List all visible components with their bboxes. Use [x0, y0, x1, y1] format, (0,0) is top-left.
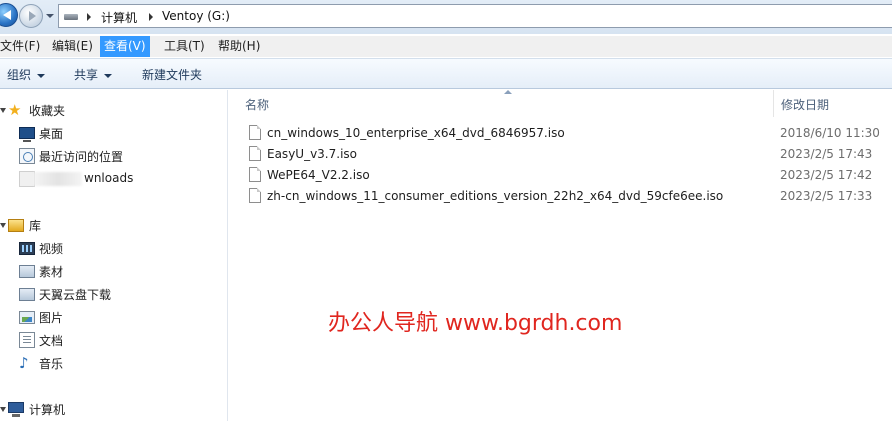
nav-computer-label: 计算机 — [29, 403, 66, 417]
forward-button[interactable] — [19, 4, 43, 28]
organize-button[interactable]: 组织 — [7, 66, 46, 83]
menu-file[interactable]: 文件(F) — [0, 36, 44, 57]
nav-favorites[interactable]: ★ 收藏夹 — [0, 100, 228, 120]
pictures-icon — [19, 311, 35, 324]
nav-libraries-label: 库 — [29, 219, 42, 233]
nav-favorites-label: 收藏夹 — [29, 104, 66, 118]
file-row[interactable]: WePE64_V2.2.iso 2023/2/5 17:42 — [229, 165, 892, 186]
computer-icon — [8, 402, 24, 417]
organize-label: 组织 — [7, 68, 32, 82]
desktop-icon — [19, 127, 35, 142]
drive-icon — [64, 14, 78, 20]
redacted-region — [34, 172, 82, 186]
file-row[interactable]: cn_windows_10_enterprise_x64_dvd_6846957… — [229, 123, 892, 144]
expand-arrow-icon[interactable] — [8, 289, 14, 299]
folder-icon — [19, 288, 35, 301]
nav-item-downloads[interactable]: wnloads — [0, 169, 228, 189]
watermark-text: 办公人导航 www.bgrdh.com — [328, 311, 623, 336]
expand-arrow-icon[interactable] — [8, 243, 14, 253]
file-row[interactable]: zh-cn_windows_11_consumer_editions_versi… — [229, 186, 892, 207]
file-list[interactable]: 名称 修改日期 cn_windows_10_enterprise_x64_dvd… — [229, 90, 892, 421]
column-header-name[interactable]: 名称 — [245, 96, 269, 113]
chevron-down-icon — [104, 73, 113, 78]
file-name: EasyU_v3.7.iso — [267, 147, 357, 161]
file-icon — [249, 146, 261, 161]
nav-item-label: 最近访问的位置 — [39, 150, 124, 164]
folder-icon — [19, 265, 35, 278]
file-name: zh-cn_windows_11_consumer_editions_versi… — [267, 189, 724, 203]
address-bar-row: 计算机 Ventoy (G:) — [0, 0, 892, 34]
expand-arrow-icon[interactable] — [8, 358, 14, 368]
file-icon — [249, 167, 261, 182]
command-bar: 组织 共享 新建文件夹 — [0, 58, 892, 89]
file-name: cn_windows_10_enterprise_x64_dvd_6846957… — [267, 126, 565, 140]
breadcrumb-separator-icon[interactable] — [87, 13, 91, 21]
nav-libraries[interactable]: 库 — [0, 215, 228, 235]
address-box[interactable]: 计算机 Ventoy (G:) — [58, 4, 892, 28]
file-icon — [249, 125, 261, 140]
nav-item-label: wnloads — [84, 171, 134, 185]
breadcrumb-computer[interactable]: 计算机 — [101, 9, 137, 26]
collapse-arrow-icon[interactable] — [0, 223, 6, 228]
nav-item-sucai[interactable]: 素材 — [0, 261, 228, 281]
recent-pages-dropdown-icon[interactable] — [46, 14, 54, 18]
downloads-icon — [19, 171, 35, 187]
library-icon — [8, 219, 24, 232]
menu-bar: 文件(F) 编辑(E) 查看(V) 工具(T) 帮助(H) — [0, 36, 892, 57]
nav-item-documents[interactable]: 文档 — [0, 330, 228, 350]
breadcrumb-ventoy-drive[interactable]: Ventoy (G:) — [162, 9, 230, 23]
star-icon: ★ — [8, 101, 22, 119]
expand-arrow-icon[interactable] — [8, 312, 14, 322]
expand-arrow-icon[interactable] — [8, 266, 14, 276]
file-icon — [249, 188, 261, 203]
nav-item-pictures[interactable]: 图片 — [0, 307, 228, 327]
expand-arrow-icon[interactable] — [8, 335, 14, 345]
documents-icon — [19, 332, 35, 348]
chevron-down-icon — [37, 73, 46, 78]
nav-item-label: 视频 — [39, 242, 64, 256]
back-button[interactable] — [0, 3, 18, 27]
menu-view[interactable]: 查看(V) — [100, 36, 150, 57]
new-folder-button[interactable]: 新建文件夹 — [142, 66, 202, 83]
breadcrumb-separator-icon[interactable] — [149, 13, 153, 21]
nav-item-music[interactable]: ♪ 音乐 — [0, 353, 228, 373]
recent-places-icon — [19, 148, 35, 164]
nav-item-label: 音乐 — [39, 357, 64, 371]
file-date: 2023/2/5 17:43 — [780, 147, 873, 161]
nav-item-tianyi-download[interactable]: 天翼云盘下载 — [0, 284, 228, 304]
menu-help[interactable]: 帮助(H) — [214, 36, 264, 57]
column-header-date[interactable]: 修改日期 — [781, 96, 829, 113]
music-icon: ♪ — [19, 354, 29, 372]
file-row[interactable]: EasyU_v3.7.iso 2023/2/5 17:43 — [229, 144, 892, 165]
share-button[interactable]: 共享 — [74, 66, 113, 83]
nav-item-label: 天翼云盘下载 — [39, 288, 112, 302]
collapse-arrow-icon[interactable] — [0, 108, 6, 113]
nav-item-desktop[interactable]: 桌面 — [0, 123, 228, 143]
file-date: 2023/2/5 17:42 — [780, 168, 873, 182]
nav-item-label: 桌面 — [39, 127, 64, 141]
file-name: WePE64_V2.2.iso — [267, 168, 370, 182]
nav-item-label: 图片 — [39, 311, 64, 325]
nav-item-recent-places[interactable]: 最近访问的位置 — [0, 146, 228, 166]
nav-item-label: 文档 — [39, 334, 64, 348]
column-divider[interactable] — [773, 90, 774, 117]
sort-ascending-icon — [504, 90, 512, 94]
nav-computer[interactable]: 计算机 — [0, 399, 228, 419]
menu-edit[interactable]: 编辑(E) — [48, 36, 97, 57]
file-date: 2023/2/5 17:33 — [780, 189, 873, 203]
videos-icon — [19, 242, 35, 255]
file-date: 2018/6/10 11:30 — [780, 126, 880, 140]
share-label: 共享 — [74, 68, 99, 82]
nav-item-label: 素材 — [39, 265, 64, 279]
nav-item-videos[interactable]: 视频 — [0, 238, 228, 258]
collapse-arrow-icon[interactable] — [0, 407, 6, 412]
navigation-pane[interactable]: ★ 收藏夹 桌面 最近访问的位置 wnloads 库 视频 素材 天翼云盘下载 … — [0, 90, 228, 421]
menu-tools[interactable]: 工具(T) — [160, 36, 209, 57]
